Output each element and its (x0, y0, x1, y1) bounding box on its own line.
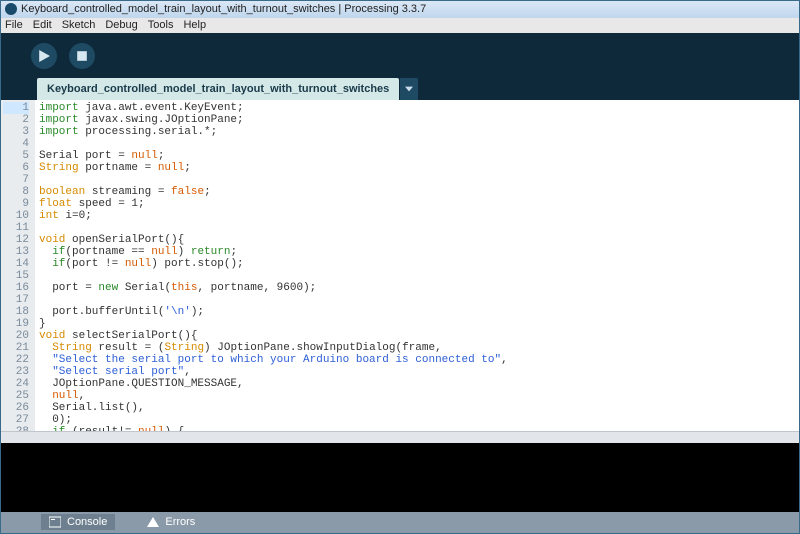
line-number: 18 (3, 306, 29, 318)
window-title: Keyboard_controlled_model_train_layout_w… (21, 3, 426, 15)
code-line[interactable]: if(port != null) port.stop(); (39, 258, 795, 270)
code-line[interactable] (39, 174, 795, 186)
code-line[interactable]: int i=0; (39, 210, 795, 222)
line-number: 22 (3, 354, 29, 366)
bottom-bar: Console Errors (1, 512, 799, 533)
line-number: 26 (3, 402, 29, 414)
tabbar: Keyboard_controlled_model_train_layout_w… (1, 78, 799, 99)
code-line[interactable]: null, (39, 390, 795, 402)
line-number: 9 (3, 198, 29, 210)
line-number: 1 (3, 102, 29, 114)
code-line[interactable]: "Select serial port", (39, 366, 795, 378)
play-icon (38, 50, 50, 62)
code-line[interactable] (39, 294, 795, 306)
menu-debug[interactable]: Debug (105, 19, 137, 31)
code-line[interactable] (39, 222, 795, 234)
code-line[interactable] (39, 270, 795, 282)
line-number: 6 (3, 162, 29, 174)
stop-button[interactable] (69, 43, 95, 69)
line-number: 7 (3, 174, 29, 186)
code-line[interactable]: boolean streaming = false; (39, 186, 795, 198)
editor[interactable]: 1234567891011121314151617181920212223242… (1, 100, 799, 432)
console-icon (49, 516, 61, 528)
line-number: 5 (3, 150, 29, 162)
code-line[interactable]: if(portname == null) return; (39, 246, 795, 258)
code-line[interactable]: Serial.list(), (39, 402, 795, 414)
titlebar: Keyboard_controlled_model_train_layout_w… (1, 1, 799, 18)
line-number: 27 (3, 414, 29, 426)
line-number: 21 (3, 342, 29, 354)
sketch-tab-label: Keyboard_controlled_model_train_layout_w… (47, 83, 389, 95)
menu-help[interactable]: Help (183, 19, 206, 31)
app-icon (5, 3, 17, 15)
code-line[interactable]: String portname = null; (39, 162, 795, 174)
menu-sketch[interactable]: Sketch (62, 19, 96, 31)
code-line[interactable]: Serial port = null; (39, 150, 795, 162)
errors-tab[interactable]: Errors (139, 514, 203, 530)
stop-icon (76, 50, 88, 62)
code-line[interactable]: "Select the serial port to which your Ar… (39, 354, 795, 366)
menu-file[interactable]: File (5, 19, 23, 31)
code-line[interactable]: 0); (39, 414, 795, 426)
line-number: 4 (3, 138, 29, 150)
sketch-tab[interactable]: Keyboard_controlled_model_train_layout_w… (37, 78, 399, 99)
line-number: 12 (3, 234, 29, 246)
code-line[interactable]: import javax.swing.JOptionPane; (39, 114, 795, 126)
line-number: 17 (3, 294, 29, 306)
code-line[interactable]: void openSerialPort(){ (39, 234, 795, 246)
menu-edit[interactable]: Edit (33, 19, 52, 31)
errors-tab-label: Errors (165, 516, 195, 528)
tab-dropdown[interactable] (400, 78, 418, 99)
line-number: 2 (3, 114, 29, 126)
horizontal-scrollbar[interactable] (1, 431, 799, 443)
code-area[interactable]: import java.awt.event.KeyEvent;import ja… (35, 100, 799, 432)
line-number: 11 (3, 222, 29, 234)
code-line[interactable]: import java.awt.event.KeyEvent; (39, 102, 795, 114)
code-line[interactable]: void selectSerialPort(){ (39, 330, 795, 342)
code-line[interactable]: float speed = 1; (39, 198, 795, 210)
run-button[interactable] (31, 43, 57, 69)
menu-tools[interactable]: Tools (148, 19, 174, 31)
code-line[interactable]: String result = (String) JOptionPane.sho… (39, 342, 795, 354)
line-number: 20 (3, 330, 29, 342)
line-number: 15 (3, 270, 29, 282)
line-number: 3 (3, 126, 29, 138)
line-number: 8 (3, 186, 29, 198)
code-line[interactable] (39, 138, 795, 150)
line-number: 10 (3, 210, 29, 222)
code-line[interactable]: port.bufferUntil('\n'); (39, 306, 795, 318)
code-line[interactable]: } (39, 318, 795, 330)
code-line[interactable]: import processing.serial.*; (39, 126, 795, 138)
line-number: 24 (3, 378, 29, 390)
chevron-down-icon (405, 85, 413, 93)
line-number: 16 (3, 282, 29, 294)
console-output[interactable] (1, 443, 799, 511)
app-window: Keyboard_controlled_model_train_layout_w… (0, 0, 800, 534)
toolbar (1, 33, 799, 78)
menubar: File Edit Sketch Debug Tools Help (1, 18, 799, 34)
line-number: 25 (3, 390, 29, 402)
console-tab-label: Console (67, 516, 107, 528)
line-gutter: 1234567891011121314151617181920212223242… (1, 100, 35, 432)
code-line[interactable]: JOptionPane.QUESTION_MESSAGE, (39, 378, 795, 390)
line-number: 13 (3, 246, 29, 258)
warning-icon (147, 516, 159, 528)
line-number: 14 (3, 258, 29, 270)
console-tab[interactable]: Console (41, 514, 115, 530)
line-number: 23 (3, 366, 29, 378)
line-number: 19 (3, 318, 29, 330)
code-line[interactable]: port = new Serial(this, portname, 9600); (39, 282, 795, 294)
